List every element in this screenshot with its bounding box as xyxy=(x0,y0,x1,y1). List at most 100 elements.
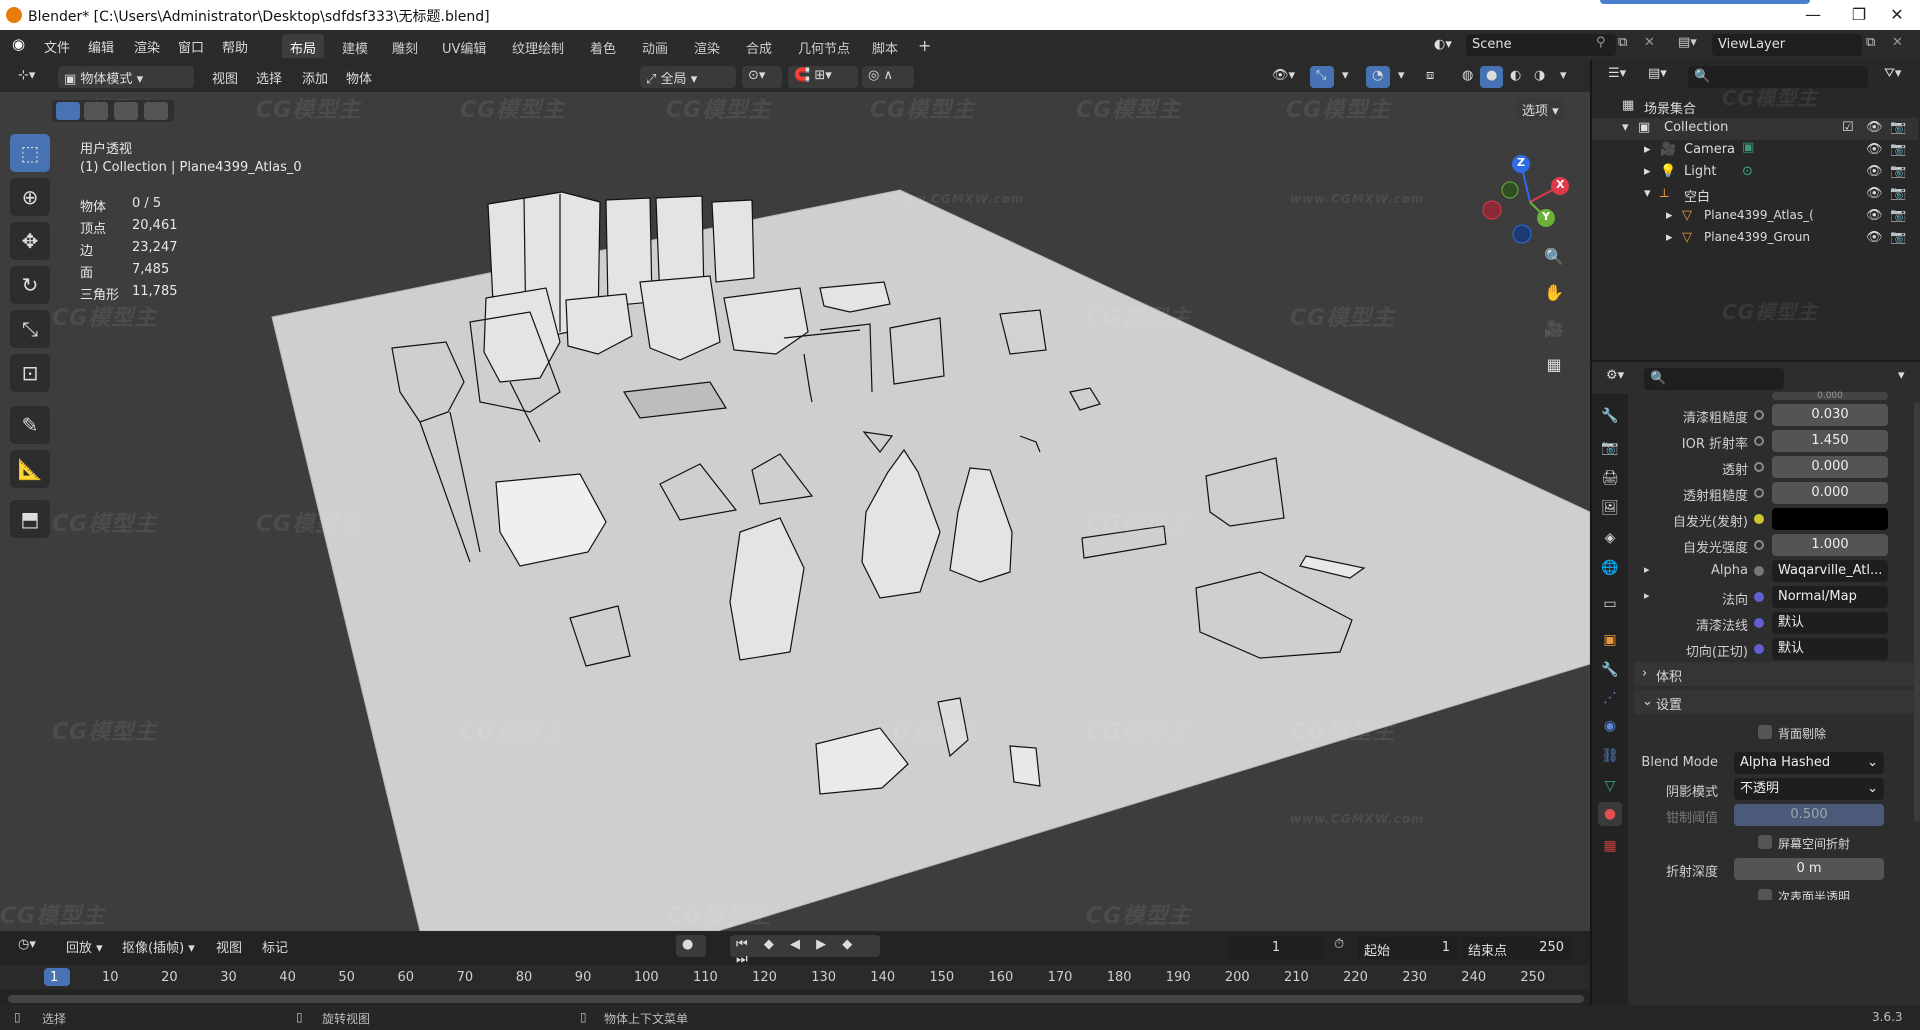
select-box-tool-icon[interactable]: ⬚ xyxy=(10,134,50,172)
render-camera-icon[interactable]: 📷 xyxy=(1890,186,1906,201)
prop-value[interactable]: Normal/Map xyxy=(1772,586,1888,608)
stopwatch-icon[interactable]: ⏱ xyxy=(1328,935,1350,957)
properties-search-input[interactable]: 🔍 xyxy=(1644,368,1784,390)
timeline-editor-icon[interactable]: ◷▾ xyxy=(12,935,42,957)
properties-editor-icon[interactable]: ⚙▾ xyxy=(1600,366,1630,388)
outliner-row-empty[interactable]: ▾ ⟂ 空白 👁 📷 xyxy=(1592,184,1918,206)
prop-value[interactable]: 默认 xyxy=(1772,612,1888,634)
tab-layout[interactable]: 布局 xyxy=(282,34,325,58)
rendered-shading-icon[interactable]: ◑ xyxy=(1528,66,1551,88)
prop-value[interactable]: 1.000 xyxy=(1772,534,1888,556)
collection-tab-icon[interactable]: ▭ xyxy=(1598,592,1622,616)
socket-dot-icon[interactable] xyxy=(1754,410,1764,420)
expand-arrow-icon[interactable]: ▸ xyxy=(1666,230,1673,245)
select-extend-icon[interactable] xyxy=(84,102,108,120)
socket-dot-icon[interactable] xyxy=(1754,514,1764,524)
tab-sculpting[interactable]: 雕刻 xyxy=(384,34,426,58)
close-button[interactable]: ✕ xyxy=(1874,2,1920,28)
camera-view-icon[interactable]: 🎥 xyxy=(1538,314,1570,344)
partial-row-value[interactable]: 0.000 xyxy=(1772,392,1888,401)
timeline-scrollbar[interactable] xyxy=(8,995,1584,1003)
xray-icon[interactable]: ⧈ xyxy=(1420,66,1440,88)
camera-data-icon[interactable]: ▣ xyxy=(1742,140,1754,155)
tab-shading[interactable]: 着色 xyxy=(582,34,624,58)
view-layer-tab-icon[interactable]: 🖼 xyxy=(1598,496,1622,520)
cursor-tool-icon[interactable]: ⊕ xyxy=(10,178,50,216)
visibility-eye-icon[interactable]: 👁 xyxy=(1866,208,1883,223)
pan-hand-icon[interactable]: ✋ xyxy=(1538,278,1570,308)
pivot-point-icon[interactable]: ⊙▾ xyxy=(742,66,782,88)
outliner-row-mesh-ground[interactable]: ▸ ▽ Plane4399_Groun 👁 📷 xyxy=(1592,228,1918,250)
delete-scene-icon[interactable]: ✕ xyxy=(1644,35,1655,50)
tab-uv-editing[interactable]: UV编辑 xyxy=(434,34,494,58)
menu-view[interactable]: 视图 xyxy=(206,66,244,88)
tab-animation[interactable]: 动画 xyxy=(634,34,676,58)
socket-dot-icon[interactable] xyxy=(1754,592,1764,602)
current-frame-field[interactable]: 1 xyxy=(1228,937,1324,959)
prop-value[interactable]: 0.000 xyxy=(1772,482,1888,504)
visibility-eye-icon[interactable]: 👁 xyxy=(1866,120,1883,135)
socket-dot-icon[interactable] xyxy=(1754,566,1764,576)
visibility-icon[interactable]: 👁▾ xyxy=(1266,66,1301,88)
keying-menu[interactable]: 抠像(插帧) ▾ xyxy=(116,935,201,957)
panel-settings-header[interactable]: ⌄ 设置 xyxy=(1634,690,1914,714)
prop-value[interactable]: 默认 xyxy=(1772,638,1888,660)
material-tab-icon[interactable]: ● xyxy=(1598,802,1622,826)
tool-tab-icon[interactable]: 🔧 xyxy=(1598,404,1622,428)
visibility-eye-icon[interactable]: 👁 xyxy=(1866,230,1883,245)
render-camera-icon[interactable]: 📷 xyxy=(1890,142,1906,157)
properties-scrollbar[interactable] xyxy=(1914,402,1920,822)
outliner-editor-icon[interactable]: ☰▾ xyxy=(1602,64,1632,86)
zoom-icon[interactable]: 🔍 xyxy=(1538,242,1570,272)
wireframe-shading-icon[interactable]: ◍ xyxy=(1456,66,1479,88)
new-viewlayer-icon[interactable]: ⧉ xyxy=(1866,35,1875,50)
perspective-toggle-icon[interactable]: ▦ xyxy=(1538,350,1570,380)
3d-viewport[interactable]: CG模型主 CG模型主 CG模型主 CG模型主 CG模型主 CG模型主 CG模型… xyxy=(0,92,1590,931)
measure-tool-icon[interactable]: 📐 xyxy=(10,450,50,488)
prop-value[interactable]: 1.450 xyxy=(1772,430,1888,452)
emission-color-swatch[interactable] xyxy=(1772,508,1888,530)
gizmo-toggle-icon[interactable]: ⤡ xyxy=(1310,66,1334,88)
timeline-view-menu[interactable]: 视图 xyxy=(210,935,248,957)
prop-value[interactable]: 0.000 xyxy=(1772,456,1888,478)
blend-mode-select[interactable]: Alpha Hashed ⌄ xyxy=(1734,752,1884,774)
editor-type-icon[interactable]: ⊹▾ xyxy=(12,66,41,88)
outliner-row-camera[interactable]: ▸ 🎥 Camera ▣ 👁 📷 xyxy=(1592,140,1918,162)
menu-window[interactable]: 窗口 xyxy=(178,37,204,56)
prop-value[interactable]: Waqarville_Atl... xyxy=(1772,560,1888,582)
solid-shading-icon[interactable]: ● xyxy=(1480,66,1504,88)
autokey-record-icon[interactable]: ● xyxy=(676,935,706,957)
light-data-icon[interactable]: ⊙ xyxy=(1742,164,1753,179)
visibility-eye-icon[interactable]: 👁 xyxy=(1866,186,1883,201)
tab-scripting[interactable]: 脚本 xyxy=(864,34,906,58)
scale-tool-icon[interactable]: ⤡ xyxy=(10,310,50,348)
snapping-icon[interactable]: 🧲 ⊞▾ xyxy=(788,66,858,88)
add-workspace-button[interactable]: + xyxy=(910,32,939,56)
tab-compositing[interactable]: 合成 xyxy=(738,34,780,58)
gizmo-dropdown-icon[interactable]: ▾ xyxy=(1336,66,1355,88)
socket-dot-icon[interactable] xyxy=(1754,436,1764,446)
select-intersect-icon[interactable] xyxy=(144,102,168,120)
timeline-marker-menu[interactable]: 标记 xyxy=(256,935,294,957)
end-frame-field[interactable]: 结束点 250 xyxy=(1462,937,1572,959)
socket-dot-icon[interactable] xyxy=(1754,644,1764,654)
menu-render[interactable]: 渲染 xyxy=(134,37,160,56)
menu-select[interactable]: 选择 xyxy=(250,66,288,88)
pin-icon[interactable]: ⚲ xyxy=(1596,35,1606,50)
menu-object[interactable]: 物体 xyxy=(340,66,378,88)
render-camera-icon[interactable]: 📷 xyxy=(1890,164,1906,179)
playback-controls[interactable]: ⏮ ◆ ◀ ▶ ◆ ⏭ xyxy=(730,935,880,967)
refraction-depth-field[interactable]: 0 m xyxy=(1734,858,1884,880)
frame-ruler[interactable]: 1 10 20 30 40 50 60 70 80 90 100 110 120 130 140 150 160… xyxy=(0,965,1590,989)
expand-arrow-icon[interactable]: ▸ xyxy=(1666,208,1673,223)
socket-dot-icon[interactable] xyxy=(1754,540,1764,550)
subsurface-translucency-checkbox[interactable]: 次表面半透明 xyxy=(1758,886,1918,900)
particles-tab-icon[interactable]: ⋰ xyxy=(1598,686,1622,710)
delete-viewlayer-icon[interactable]: ✕ xyxy=(1892,35,1903,50)
backface-culling-checkbox[interactable]: 背面剔除 xyxy=(1758,722,1918,744)
prop-value[interactable]: 0.030 xyxy=(1772,404,1888,426)
outliner-row-light[interactable]: ▸ 💡 Light ⊙ 👁 📷 xyxy=(1592,162,1918,184)
tab-texture-paint[interactable]: 纹理绘制 xyxy=(504,34,572,58)
menu-file[interactable]: 文件 xyxy=(44,37,70,56)
scene-tab-icon[interactable]: ◈ xyxy=(1598,526,1622,550)
